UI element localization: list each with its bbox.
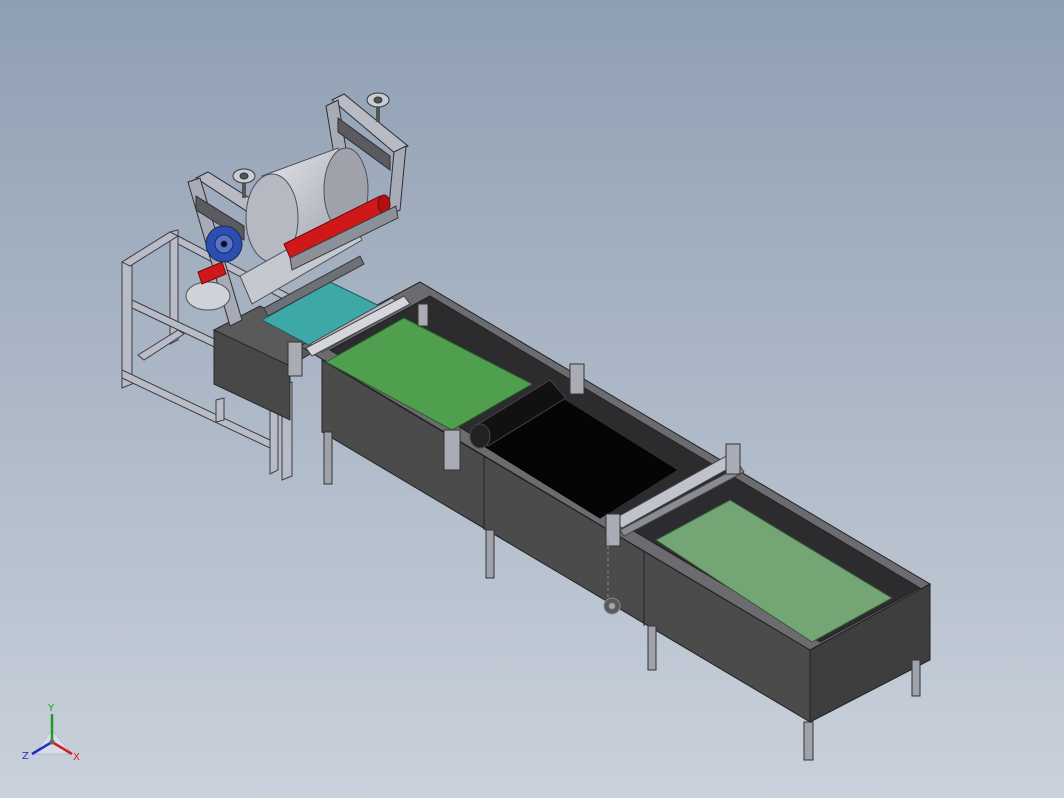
- triad-origin: [49, 739, 55, 745]
- triad-x-label: X: [73, 752, 80, 763]
- orientation-triad: Y X Z: [22, 703, 80, 763]
- triad-z-label: Z: [22, 751, 29, 762]
- motor-bearing: [205, 225, 243, 263]
- conveyor-machine-model[interactable]: [0, 0, 1064, 798]
- triad-y-label: Y: [47, 703, 55, 714]
- cad-viewport[interactable]: Y X Z: [0, 0, 1064, 798]
